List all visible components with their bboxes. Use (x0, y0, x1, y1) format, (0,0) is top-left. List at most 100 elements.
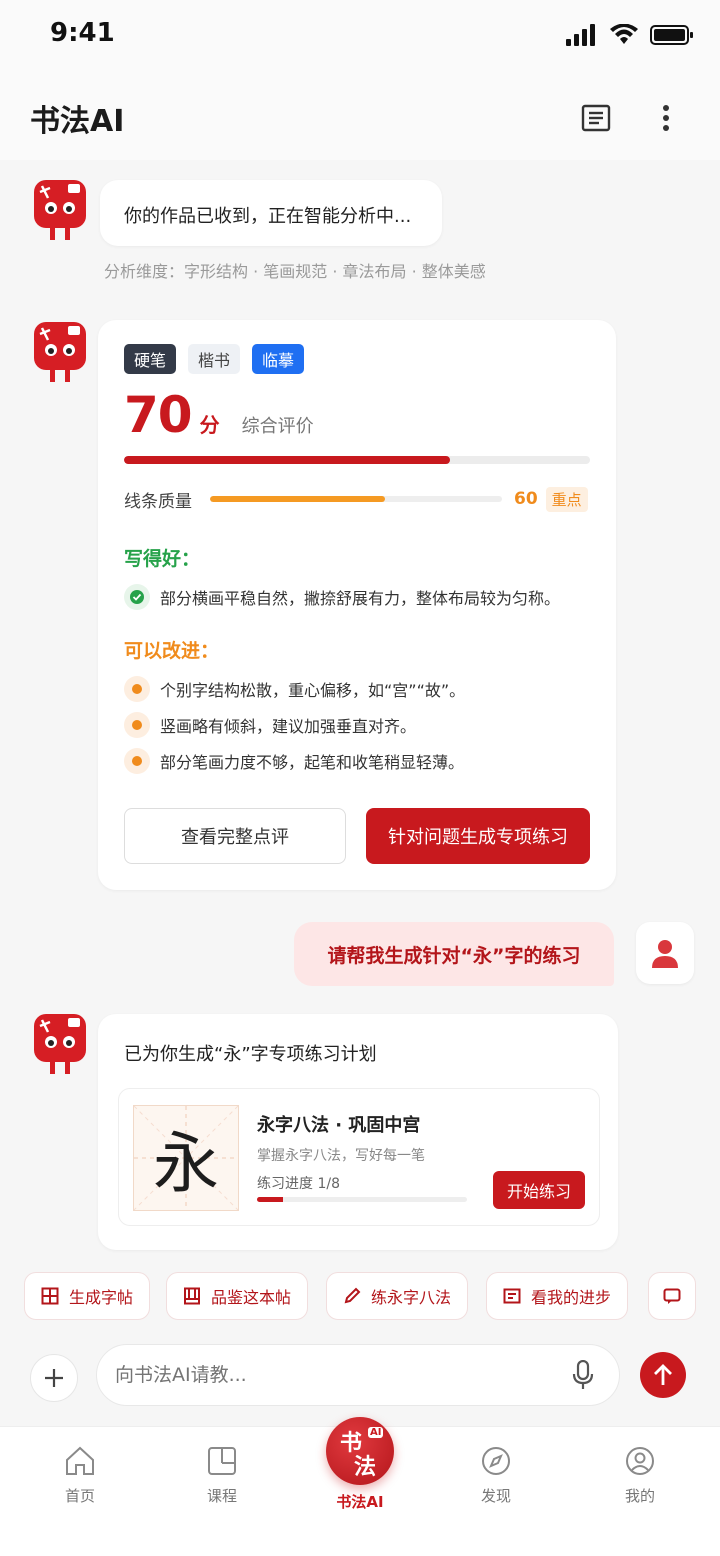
plan-subtitle: 掌握永字八法，写好每一笔 (257, 1148, 425, 1164)
composer (0, 1330, 720, 1426)
chip-label: 练永字八法 (371, 1288, 452, 1307)
tab-label: 书法AI (336, 1493, 384, 1511)
improve-item: 个别字结构松散，重心偏移，如“宫”“故”。 (124, 676, 465, 702)
tab-discover[interactable]: 发现 (446, 1445, 546, 1506)
chip-generate-copybook[interactable]: 生成字帖 (24, 1272, 151, 1320)
good-title: 写得好： (124, 548, 201, 570)
more-icon[interactable] (648, 100, 684, 136)
page-title: 书法AI (30, 104, 125, 139)
improve-item-text: 竖画略有倾斜，建议加强垂直对齐。 (160, 717, 417, 736)
chip-yong-eight[interactable]: 练永字八法 (326, 1272, 469, 1320)
practice-plan-message: 已为你生成“永”字专项练习计划 永 永字八法 · 巩固中宫 掌握永字八法，写好每… (98, 1014, 618, 1250)
chart-icon (503, 1288, 521, 1304)
profile-icon (626, 1447, 654, 1475)
user-message: 请帮我生成针对“永”字的练习 (294, 922, 614, 986)
copybook-icon (41, 1287, 59, 1305)
bot-avatar (30, 178, 90, 244)
generate-practice-button[interactable]: 针对问题生成专项练习 (366, 808, 590, 864)
chat-area[interactable]: 你的作品已收到，正在智能分析中... 分析维度：字形结构 · 笔画规范 · 章法… (0, 160, 720, 1266)
plan-progress-fill (257, 1197, 284, 1202)
chip-label: 看我的进步 (531, 1288, 612, 1307)
tab-label: 首页 (64, 1487, 95, 1505)
status-bar: 9:41 (0, 0, 720, 76)
metric-row: 线条质量 60 重点 (124, 484, 590, 514)
score-value: 70 (124, 386, 193, 444)
chip-progress[interactable]: 看我的进步 (486, 1272, 629, 1320)
chip-more[interactable] (648, 1272, 696, 1320)
improve-item-text: 部分笔画力度不够，起笔和收笔稍显轻薄。 (160, 753, 465, 772)
plan-title: 已为你生成“永”字专项练习计划 (124, 1044, 377, 1065)
tag-script: 楷书 (188, 344, 241, 374)
app-header: 书法AI (0, 76, 720, 160)
battery-icon (650, 25, 693, 45)
plan-progress-label: 练习进度 1/8 (257, 1176, 340, 1192)
analysis-dimensions: 分析维度：字形结构 · 笔画规范 · 章法布局 · 整体美感 (104, 262, 486, 281)
user-avatar (636, 922, 694, 984)
improve-item-text: 个别字结构松散，重心偏移，如“宫”“故”。 (160, 681, 466, 700)
chip-appreciate[interactable]: 品鉴这本帖 (166, 1272, 309, 1320)
bot-avatar (30, 1012, 90, 1078)
chip-label: 品鉴这本帖 (211, 1288, 292, 1307)
arrow-up-icon (654, 1364, 672, 1385)
tag-row: 硬笔 楷书 临摹 (124, 344, 305, 374)
tab-mine[interactable]: 我的 (590, 1445, 690, 1506)
practice-glyph: 永 (153, 1125, 219, 1202)
tab-label: 课程 (206, 1487, 237, 1505)
score-label: 综合评价 (241, 416, 314, 437)
send-button[interactable] (640, 1352, 686, 1398)
course-icon (208, 1447, 236, 1475)
tab-ai[interactable]: 书 法 AI 书法AI (324, 1417, 396, 1512)
dot-icon (124, 748, 150, 774)
view-full-review-button[interactable]: 查看完整点评 (124, 808, 346, 864)
metric-name: 线条质量 (124, 491, 192, 512)
check-icon (124, 584, 150, 610)
improve-item: 部分笔画力度不够，起笔和收笔稍显轻薄。 (124, 748, 464, 774)
score-bar (124, 456, 590, 464)
ai-logo-icon: 书 法 AI (326, 1417, 394, 1485)
book-icon (184, 1287, 200, 1305)
notes-icon[interactable] (578, 100, 614, 136)
mic-icon[interactable] (572, 1359, 594, 1394)
metric-value: 60 (514, 489, 538, 509)
chat-input[interactable] (96, 1344, 620, 1406)
signal-icon (566, 24, 595, 46)
score-unit: 分 (199, 413, 220, 437)
bot-message: 你的作品已收到，正在智能分析中... (100, 180, 442, 246)
tab-home[interactable]: 首页 (30, 1445, 130, 1506)
tab-bar: 首页 课程 书 法 AI 书法AI 发现 我的 (0, 1417, 720, 1556)
message-icon (663, 1288, 681, 1304)
metric-bar (210, 496, 502, 502)
good-item-text: 部分横画平稳自然，撇捺舒展有力，整体布局较为匀称。 (160, 589, 561, 608)
tag-hardpen: 硬笔 (124, 344, 177, 374)
tab-course[interactable]: 课程 (172, 1445, 272, 1506)
brush-icon (344, 1287, 361, 1304)
score-row: 70 分 综合评价 (124, 386, 314, 444)
dot-icon (124, 676, 150, 702)
chip-label: 生成字帖 (69, 1288, 134, 1307)
evaluation-card: 硬笔 楷书 临摹 70 分 综合评价 线条质量 60 重点 写得好： 部分横画平… (98, 320, 616, 890)
plus-icon (45, 1369, 63, 1387)
plan-card[interactable]: 永 永字八法 · 巩固中宫 掌握永字八法，写好每一笔 练习进度 1/8 开始练习 (118, 1088, 600, 1226)
tag-mode: 临摹 (252, 344, 305, 374)
tab-label: 我的 (624, 1487, 655, 1505)
improve-item: 竖画略有倾斜，建议加强垂直对齐。 (124, 712, 416, 738)
bot-avatar (30, 320, 90, 386)
quick-actions: 生成字帖 品鉴这本帖 练永字八法 看我的进步 (0, 1266, 720, 1328)
add-button[interactable] (30, 1354, 78, 1402)
plan-progress-bar (257, 1197, 467, 1202)
home-icon (66, 1446, 94, 1475)
compass-icon (482, 1447, 510, 1475)
tab-label: 发现 (480, 1487, 511, 1505)
metric-bar-fill (210, 496, 386, 502)
status-time: 9:41 (50, 18, 115, 48)
user-icon (652, 940, 678, 968)
status-icons (566, 24, 694, 46)
wifi-icon (610, 24, 638, 44)
dot-icon (124, 712, 150, 738)
improve-title: 可以改进： (124, 640, 220, 662)
plan-name: 永字八法 · 巩固中宫 (257, 1115, 421, 1136)
character-grid: 永 (133, 1105, 239, 1211)
metric-badge: 重点 (545, 486, 588, 512)
start-practice-button[interactable]: 开始练习 (493, 1171, 585, 1209)
good-item: 部分横画平稳自然，撇捺舒展有力，整体布局较为匀称。 (124, 584, 560, 610)
